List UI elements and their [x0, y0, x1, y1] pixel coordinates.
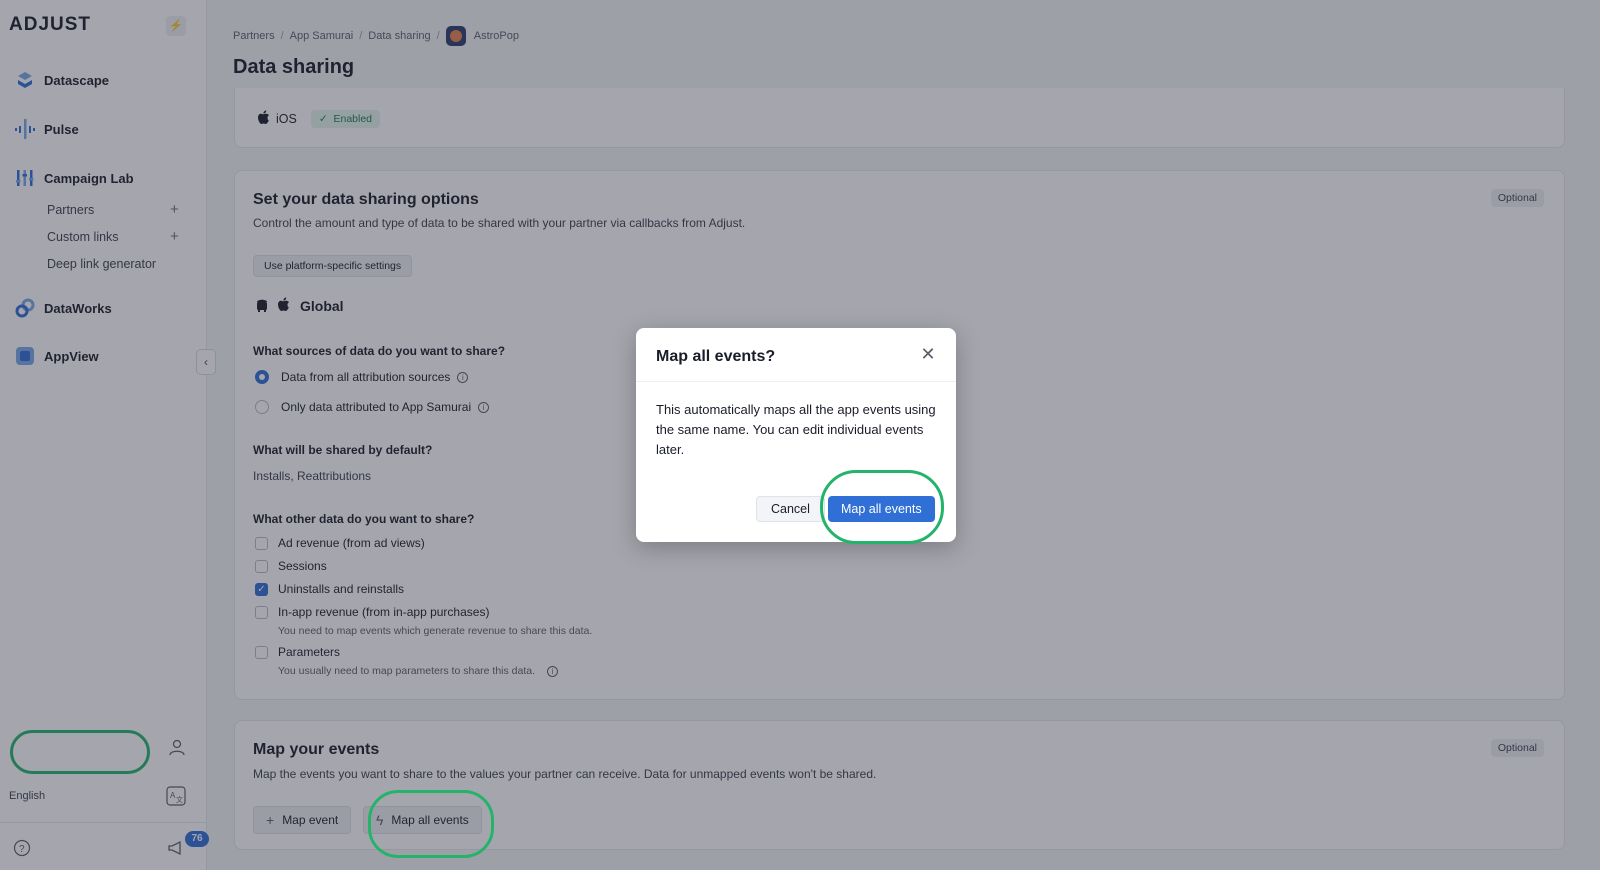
highlight-ring [820, 470, 944, 544]
dialog-body: This automatically maps all the app even… [656, 402, 936, 457]
highlight-ring [368, 790, 494, 858]
cancel-button[interactable]: Cancel [756, 496, 825, 522]
dialog-divider [636, 381, 956, 382]
dialog-title: Map all events? [656, 348, 776, 365]
close-icon[interactable]: ✕ [918, 344, 938, 364]
